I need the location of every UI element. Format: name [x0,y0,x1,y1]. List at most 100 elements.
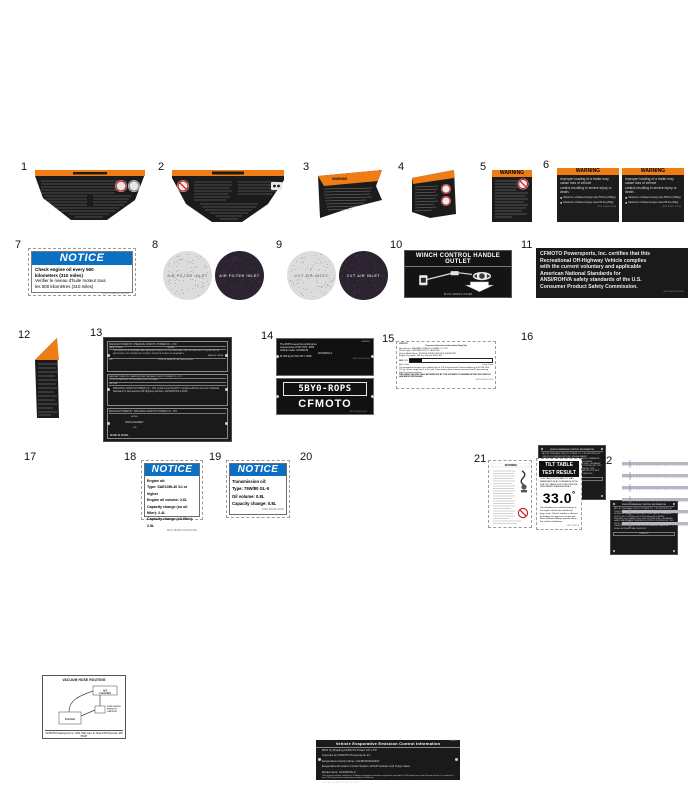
notice-19-part-no: 5ABV-190206-10010 [232,508,284,511]
callout-number-5: 5 [480,162,486,173]
callout-number-1: 1 [21,162,27,173]
down-arrow-icon [465,282,493,292]
winch-title: WINCH CONTROL HANDLE OUTLET [405,251,511,267]
callout-number-11: 11 [521,240,532,251]
tilt-title-line-2: TEST RESULT [539,469,579,477]
decal-14-rops-plate[interactable]: CFMOTO The ROPS meets the performance re… [276,338,374,415]
vin-b3-field-3: VIN [109,424,226,429]
callout-number-16: 16 [521,332,533,343]
decal-15-emissions-hang-tag[interactable]: CFMOTO Consumer Emissions Information Ha… [396,341,496,389]
decal-21-tilt-table-result[interactable]: TILT TABLE TEST RESULT THIS VEHICLE'S ST… [536,458,582,530]
rocker-switch-icon [473,272,491,280]
decal-6-left-intro: Improper loading of a trailer may cause … [557,175,619,196]
decal-6-left-header: WARNING [557,168,619,175]
helmet-icon [521,484,526,489]
svg-text:CLEANER: CLEANER [99,691,111,695]
decal-8-air-filter-inlet-light[interactable]: AIR FILTER INLET [163,251,212,300]
rops-brand: CFMOTO [283,396,367,411]
decal-9-cvt-air-inlet-light[interactable]: CVT AIR INLET [287,251,336,300]
decal-4-warning[interactable] [410,170,458,222]
vin-b2-body: ZHEJIANG CFMOTO POWER CO., LTD certifies… [109,386,226,394]
decal-6-right-bullet-1: Maximum unbraked towing mass 882 lbs (40… [628,196,680,200]
rops-code: 5BY0-ROPS [283,382,367,396]
decal-6-left-towing-warning[interactable]: WARNING Improper loading of a trailer ma… [557,168,619,222]
decal-21-warning-white[interactable]: WARNING [488,460,532,528]
notice-19-line-3: Oil volume: 0.8L [232,493,284,500]
emis-part-no: 5BY0-190902-1000 [399,379,493,381]
callout-number-19: 19 [209,452,221,463]
rops-part-no: 5BY0-190506-1000 [280,358,370,360]
decal-1-shape [35,170,145,225]
decal-19-transmission-oil-notice[interactable]: NOTICE Transmission oil: Type: 75W/80 GL… [226,460,290,518]
decal-2-warning[interactable] [172,170,284,228]
notice-7-part-no: 5058-190413-10100 [35,289,129,295]
decal-1-warning[interactable] [35,170,145,225]
tilt-sub: THIS VEHICLE'S STABILITY WAS MEASURED IN… [539,477,579,490]
decal-5-body [492,177,532,221]
decal-7-notice[interactable]: NOTICE Check engine oil every 500 kilome… [28,248,136,296]
decal-22-reflective-strips[interactable] [618,458,692,530]
winch-part-no: 5HY0-190021 US182 [405,293,511,297]
notice-19-header: NOTICE [230,464,286,476]
decal-8-air-filter-inlet-dark[interactable]: AIR FILTER INLET [215,251,264,300]
decal-2-shape [172,170,284,228]
callout-number-17: 17 [24,452,36,463]
cert-line-6: Consumer Product Safety Commission. [540,284,684,291]
callout-number-9: 9 [276,240,282,251]
decal-6-left-part-no: 5BY0-190606 US180 [557,205,619,208]
rops-footer-part-no: 5BY0-190506-2000 [283,411,367,413]
decal-3-warning[interactable]: WARNING [316,170,384,222]
svg-text:CANISTER: CANISTER [107,710,118,713]
vin-b3-origin: MADE IN CHINA [110,434,128,437]
vin-b1-footer-left: VIN [109,359,158,361]
decal-17-vacuum-hose-routing[interactable]: VACUUM HOSE ROUTING AIR CLEANER EVAPORAT… [42,675,126,739]
callout-number-20: 20 [300,452,312,463]
tilt-part-no: 5BY0-190912 [539,525,579,528]
vin-block-3: MANUFACTURED BY: ZHEJIANG CFMOTO POWER C… [107,408,228,439]
decal-5-header: WARNING [492,170,532,177]
callout-number-14: 14 [261,331,273,342]
vac-diagram: AIR CLEANER EVAPORATIVE EMISSION CANISTE… [45,682,123,730]
decal-13-vin-plate-stack[interactable]: MANUFACTURED BY ZHEJIANG CFMOTO POWER CO… [103,337,232,442]
parts-diagram-canvas: 1 2 3 WARNING 4 5 WARNING 6 WARNING Impr… [0,0,700,700]
evap-title: Vehicle Evaporative Emission Control Inf… [316,740,460,748]
vin-block-2: MANUFACTURED BY / FABRIQUÉ PAR ZHEJIANG … [107,374,228,406]
notice-19-line-4: Capacity change: 0.8L [232,500,284,507]
decal-12-shape [31,338,61,420]
decal-6-right-towing-warning[interactable]: WARNING Improper loading of a trailer ma… [622,168,684,222]
decal-6-left-bullet-2: Maximum unbraked tongue mass 55 lbs (25k… [563,201,613,205]
decal-6-right-part-no: 5BY0-190602 US180 [622,205,684,208]
callout-number-4: 4 [398,162,404,173]
emis-scale-left: NOX: 1.0 [399,360,407,362]
svg-text:WARNING: WARNING [332,177,348,181]
decal-5-warning[interactable]: WARNING [492,170,532,222]
decal-18-engine-oil-notice[interactable]: NOTICE Engine oil: Type: SAE10W-40 SJ or… [141,460,203,520]
bullet-dot-icon: ● [560,201,562,205]
callout-number-6: 6 [543,160,549,171]
callout-number-10: 10 [390,240,402,251]
evap-row-7: No other adjustments needed [316,780,460,785]
decal-9-cvt-air-inlet-dark[interactable]: CVT AIR INLET [339,251,388,300]
callout-number-22: 22 [600,456,612,467]
bullet-dot-icon: ● [625,201,627,205]
vin-block-1: MANUFACTURED BY ZHEJIANG CFMOTO POWER CO… [107,341,228,372]
ecl-right-footer: CFMOTO [613,532,675,536]
notice-18-line-5: Capacity change (oil filter): 2.5L [147,516,197,529]
notice-19-line-1: Transmission oil: [232,478,284,485]
seatbelt-icon [521,471,525,485]
decal-3-shape: WARNING [316,170,384,222]
decal-20-evap-emission-plate[interactable]: Vehicle Evaporative Emission Control Inf… [316,740,460,780]
svg-text:WARNING: WARNING [505,463,518,467]
callout-number-7: 7 [15,240,21,251]
decal-6-left-bullet-1: Maximum unbraked towing mass 551 lbs (25… [563,196,615,200]
decal-6-right-header: WARNING [622,168,684,175]
callout-number-15: 15 [382,334,394,345]
decal-11-certification[interactable]: CFMOTO Powersports, Inc. certifies that … [536,248,688,298]
decal-21-warning-content: WARNING [491,463,531,527]
callout-number-8: 8 [152,240,158,251]
decal-12-warning-narrow[interactable] [31,338,61,420]
tilt-title-line-1: TILT TABLE [539,461,579,469]
decal-10-winch-outlet[interactable]: WINCH CONTROL HANDLE OUTLET 5HY0-190021 … [404,250,512,298]
decal-4-shape [410,170,458,222]
callout-number-3: 3 [303,162,309,173]
